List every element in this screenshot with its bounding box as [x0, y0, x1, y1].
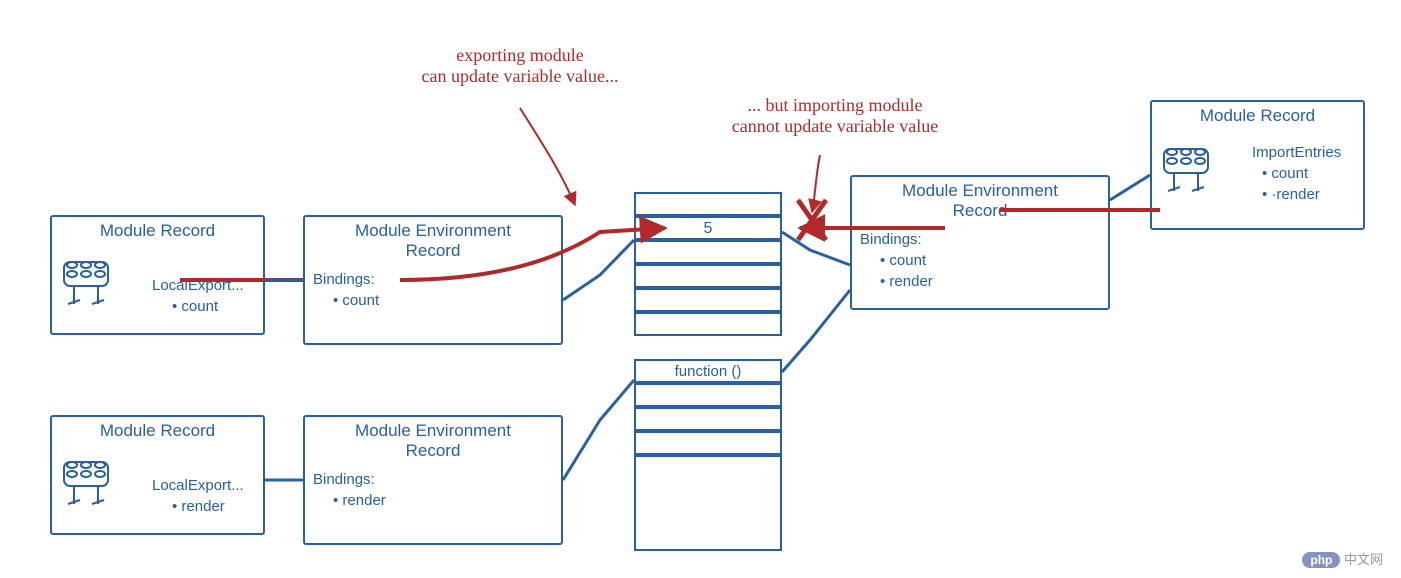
box-field: LocalExport... [144, 275, 252, 296]
php-pill: php [1302, 552, 1340, 568]
memory-cell [634, 264, 782, 288]
memory-cell [634, 192, 782, 216]
box-item: • count [1244, 163, 1349, 184]
lego-icon [60, 458, 114, 508]
box-title: Module Environment Record [852, 177, 1108, 223]
box-item: • render [852, 271, 1108, 292]
memory-cell [634, 407, 782, 431]
memory-cell [634, 383, 782, 407]
memory-cell: function () [634, 359, 782, 383]
box-field: LocalExport... [144, 475, 252, 496]
box-title: Module Environment Record [305, 417, 561, 463]
watermark-text: 中文网 [1344, 552, 1383, 567]
memory-cell [634, 455, 782, 551]
box-title: Module Record [52, 417, 263, 443]
watermark: php 中文网 [1302, 549, 1383, 568]
lego-icon [1160, 145, 1214, 195]
memory-cell: 5 [634, 216, 782, 240]
memory-cell [634, 288, 782, 312]
env-record-right: Module Environment Record Bindings: • co… [850, 175, 1110, 310]
memory-cell [634, 431, 782, 455]
lego-icon [60, 258, 114, 308]
box-item: • count [305, 290, 561, 311]
annotation-exporting: exporting module can update variable val… [380, 45, 660, 87]
box-title: Module Environment Record [305, 217, 561, 263]
box-title: Module Record [1152, 102, 1363, 128]
box-field: Bindings: [852, 229, 1108, 250]
box-item: • render [305, 490, 561, 511]
env-record-bottom-left: Module Environment Record Bindings: • re… [303, 415, 563, 545]
box-item: • count [852, 250, 1108, 271]
box-item: • ·render [1244, 184, 1349, 205]
memory-cell [634, 240, 782, 264]
env-record-top-left: Module Environment Record Bindings: • co… [303, 215, 563, 345]
box-field: Bindings: [305, 469, 561, 490]
annotation-importing: ... but importing module cannot update v… [695, 95, 975, 137]
box-item: • render [144, 496, 252, 517]
box-item: • count [144, 296, 252, 317]
box-field: ImportEntries [1244, 142, 1349, 163]
memory-cell [634, 312, 782, 336]
box-field: Bindings: [305, 269, 561, 290]
box-title: Module Record [52, 217, 263, 243]
